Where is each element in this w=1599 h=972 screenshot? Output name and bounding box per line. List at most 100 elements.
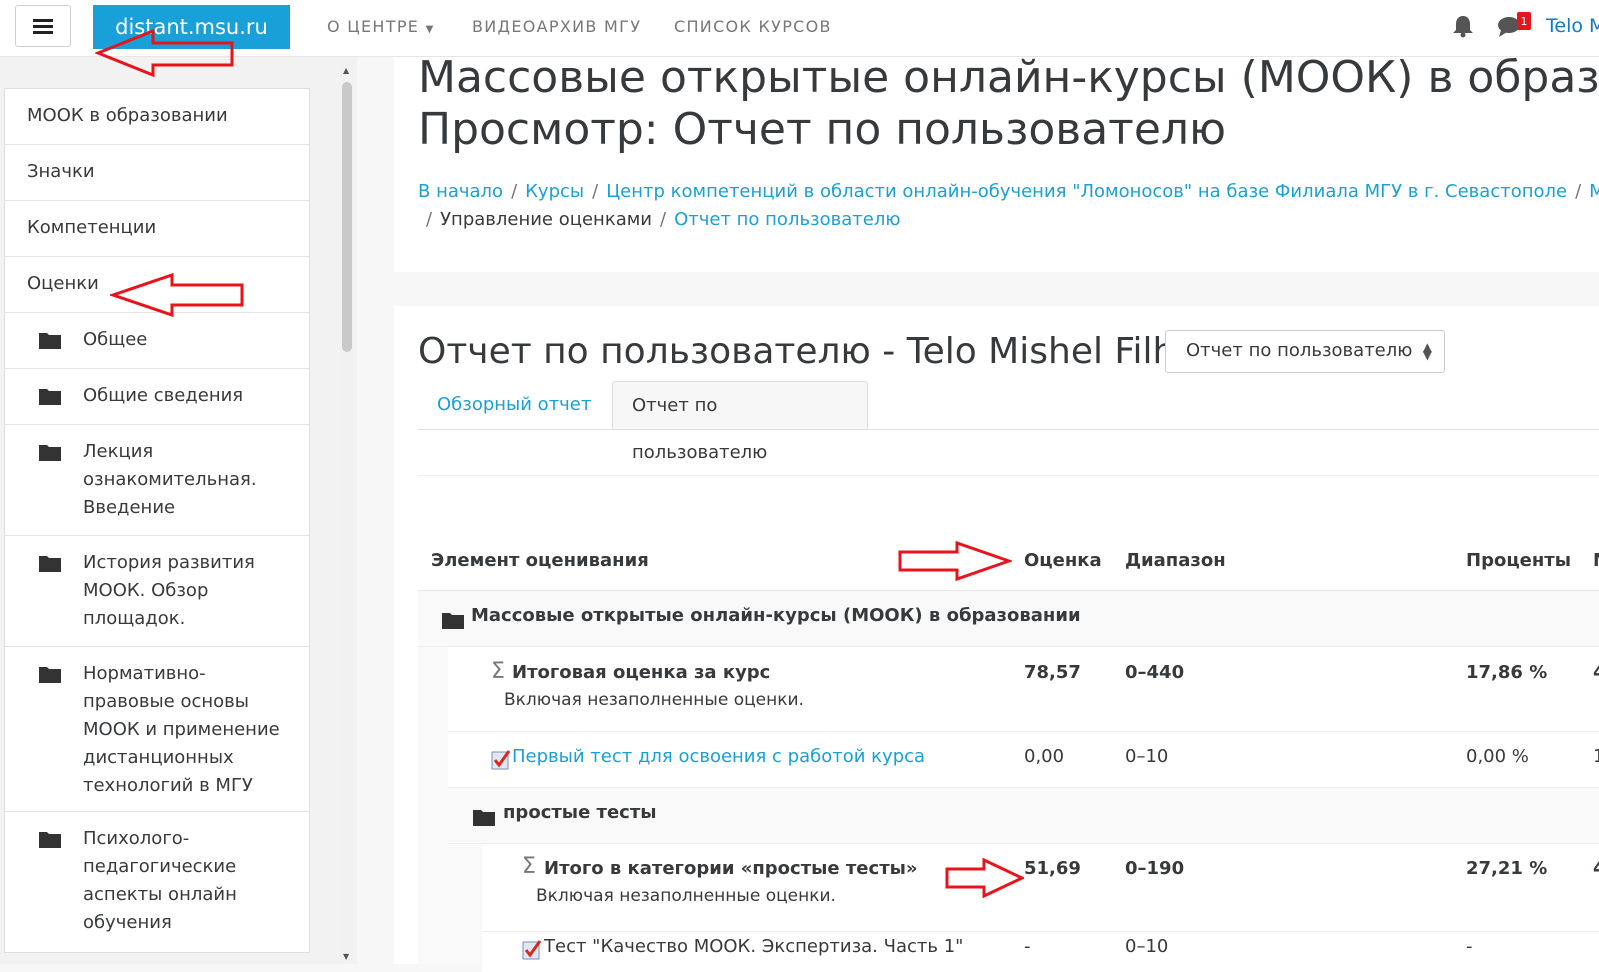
column-header-range: Диапазон	[1125, 550, 1226, 571]
breadcrumb-separator: /	[660, 209, 667, 230]
top-navbar: distant.msu.ru О ЦЕНТРЕ ▼ ВИДЕОАРХИВ МГУ…	[0, 0, 1599, 57]
category-total-name: Итого в категории «простые тесты»	[544, 858, 918, 879]
report-select-value: Отчет по пользователю	[1186, 340, 1413, 361]
nav-link-course-list[interactable]: СПИСОК КУРСОВ	[674, 17, 832, 36]
folder-icon	[442, 613, 464, 629]
sidebar-item-psychology[interactable]: Психолого-педагогические аспекты онлайн …	[5, 812, 309, 952]
sidebar-item-legal[interactable]: Нормативно-правовые основы МООК и примен…	[5, 647, 309, 812]
test1-more: 1	[1593, 746, 1599, 767]
table-row-course-total: Σ Итоговая оценка за курс Включая незапо…	[448, 647, 1599, 732]
breadcrumb-separator: /	[511, 181, 518, 202]
page-title: Просмотр: Отчет по пользователю	[418, 104, 1227, 155]
course-total-grade: 78,57	[1024, 662, 1081, 683]
annotation-arrow-left-icon	[95, 28, 234, 78]
test1-percent: 0,00 %	[1466, 746, 1529, 767]
scroll-up-arrow-icon[interactable]: ▲	[343, 66, 349, 75]
user-menu[interactable]: Telo M	[1546, 15, 1599, 37]
sidebar-list: МООК в образовании Значки Компетенции Оц…	[4, 88, 310, 953]
sidebar-item-label: Общие сведения	[83, 385, 244, 406]
column-header-grade: Оценка	[1024, 550, 1102, 571]
breadcrumb: В начало / Курсы / Центр компетенций в облас…	[418, 178, 1599, 234]
tab-overview-report[interactable]: Обзорный отчет	[418, 381, 610, 428]
breadcrumb-center[interactable]: Центр компетенций в области онлайн-обуче…	[606, 181, 1567, 202]
table-row-simple-category: простые тесты	[448, 788, 1599, 844]
category-total-more: 4	[1593, 858, 1599, 879]
course-total-percent: 17,86 %	[1466, 662, 1548, 683]
category-total-grade: 51,69	[1024, 858, 1081, 879]
test2-percent: -	[1466, 936, 1473, 957]
category-total-range: 0–190	[1125, 858, 1185, 879]
test2-link[interactable]: Тест "Качество МООК. Экспертиза. Часть 1…	[544, 936, 963, 957]
course-navigation-drawer: МООК в образовании Значки Компетенции Оц…	[0, 56, 357, 964]
select-updown-icon: ▲ ▼	[1422, 340, 1432, 362]
annotation-arrow-left-icon	[110, 272, 244, 318]
nav-link-video-archive[interactable]: ВИДЕОАРХИВ МГУ	[472, 17, 641, 36]
breadcrumb-course[interactable]: МОО	[1589, 181, 1599, 202]
column-header-more: М	[1593, 550, 1599, 571]
folder-icon	[473, 810, 495, 826]
category-indent	[418, 647, 448, 964]
test1-link[interactable]: Первый тест для освоения с работой курса	[512, 746, 925, 767]
sidebar-item-mook[interactable]: МООК в образовании	[5, 89, 309, 145]
course-total-name: Итоговая оценка за курс	[512, 662, 771, 683]
folder-icon	[39, 389, 61, 405]
sidebar-item-label: Оценки	[27, 273, 99, 294]
sigma-icon: Σ	[491, 659, 505, 684]
report-heading: Отчет по пользователю - Telo Mishel Filh…	[418, 331, 1165, 372]
message-count-badge: 1	[1517, 12, 1531, 30]
table-row-test2: Тест "Качество МООК. Экспертиза. Часть 1…	[482, 932, 1599, 972]
column-header-item: Элемент оценивания	[431, 550, 649, 571]
category-name: Массовые открытые онлайн-курсы (МООК) в …	[471, 605, 1081, 626]
sidebar-item-label: Значки	[27, 161, 95, 182]
annotation-arrow-right-icon	[898, 540, 1012, 582]
course-title: Массовые открытые онлайн-курсы (МООК) в …	[418, 52, 1599, 103]
breadcrumb-separator: /	[592, 181, 599, 202]
sidebar-item-label: Психолого-педагогические аспекты онлайн …	[83, 828, 237, 933]
breadcrumb-separator: /	[1575, 181, 1582, 202]
hamburger-icon	[33, 19, 53, 34]
bell-icon[interactable]	[1452, 14, 1474, 38]
sidebar-item-general[interactable]: Общее	[5, 313, 309, 369]
sidebar-item-label: Нормативно-правовые основы МООК и примен…	[83, 663, 280, 796]
sidebar-item-badges[interactable]: Значки	[5, 145, 309, 201]
divider	[418, 475, 1599, 476]
report-type-select[interactable]: Отчет по пользователю ▲ ▼	[1165, 330, 1445, 373]
breadcrumb-user-report[interactable]: Отчет по пользователю	[674, 209, 900, 230]
test2-range: 0–10	[1125, 936, 1169, 957]
sidebar-item-label: Лекция ознакомительная. Введение	[83, 441, 257, 518]
breadcrumb-home[interactable]: В начало	[418, 181, 503, 202]
report-tabs: Обзорный отчет Отчет по пользователю	[418, 381, 1599, 463]
tab-user-report[interactable]: Отчет по пользователю	[612, 381, 868, 463]
breadcrumb-grades: Управление оценками	[440, 209, 653, 230]
folder-icon	[39, 445, 61, 461]
test1-range: 0–10	[1125, 746, 1169, 767]
sidebar-item-label: МООК в образовании	[27, 105, 228, 126]
quiz-checkmark-icon	[522, 940, 542, 960]
folder-icon	[39, 333, 61, 349]
sigma-icon: Σ	[522, 854, 536, 879]
table-row-test1: Первый тест для освоения с работой курса…	[448, 732, 1599, 788]
course-total-range: 0–440	[1125, 662, 1185, 683]
category-total-note: Включая незаполненные оценки.	[536, 886, 836, 906]
caret-down-icon: ▼	[425, 24, 435, 35]
sidebar-item-intro-lecture[interactable]: Лекция ознакомительная. Введение	[5, 425, 309, 536]
table-row-course-category: Массовые открытые онлайн-курсы (МООК) в …	[418, 591, 1599, 647]
scroll-down-arrow-icon[interactable]: ▼	[343, 952, 349, 961]
quiz-checkmark-icon	[491, 750, 511, 770]
category-total-percent: 27,21 %	[1466, 858, 1548, 879]
folder-icon	[39, 832, 61, 848]
breadcrumb-courses[interactable]: Курсы	[525, 181, 584, 202]
category-indent	[448, 844, 482, 964]
folder-icon	[39, 667, 61, 683]
course-total-more: 4	[1593, 662, 1599, 683]
sidebar-item-competencies[interactable]: Компетенции	[5, 201, 309, 257]
sidebar-item-general-info[interactable]: Общие сведения	[5, 369, 309, 425]
test1-grade: 0,00	[1024, 746, 1065, 767]
nav-link-about[interactable]: О ЦЕНТРЕ ▼	[327, 17, 435, 36]
sidebar-scroll-thumb[interactable]	[342, 82, 352, 352]
menu-toggle-button[interactable]	[15, 5, 71, 47]
breadcrumb-separator: /	[426, 209, 433, 230]
annotation-arrow-right-icon	[945, 857, 1024, 899]
sidebar-item-label: Компетенции	[27, 217, 157, 238]
sidebar-item-history[interactable]: История развития МООК. Обзор площадок.	[5, 536, 309, 647]
